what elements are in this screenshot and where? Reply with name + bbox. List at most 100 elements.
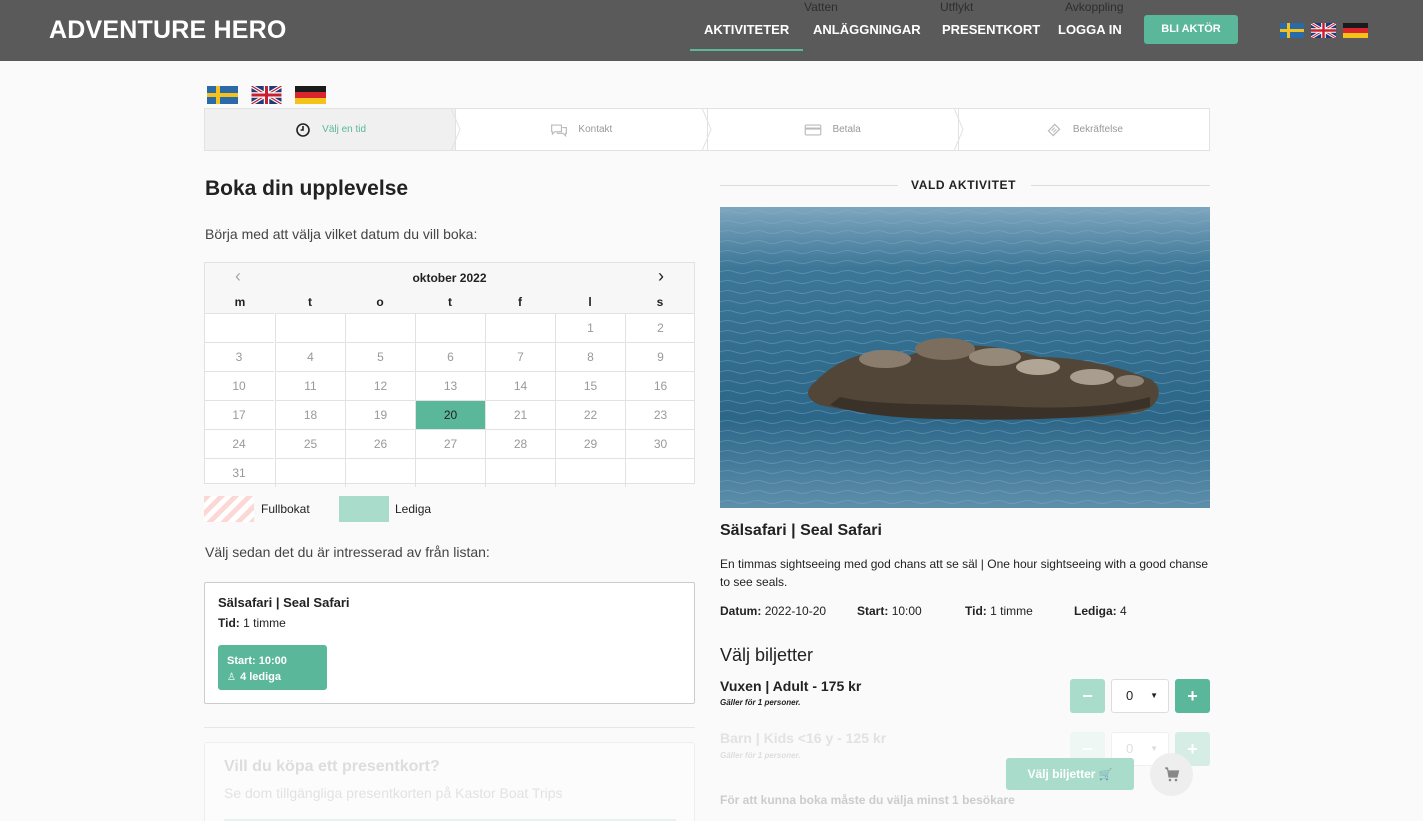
calendar-day[interactable]: 15 [555,371,625,400]
calendar-empty-cell [204,313,274,342]
quantity-value: 0 [1126,741,1134,756]
gift-card-promo: Vill du köpa ett presentkort? Se dom til… [204,742,695,821]
calendar-day[interactable]: 30 [625,429,695,458]
decrease-button[interactable]: − [1070,679,1105,713]
seal-photo [720,207,1210,508]
calendar-instructions: Börja med att välja vilket datum du vill… [205,226,478,242]
cart-icon: 🛒 [1098,769,1113,781]
calendar-day[interactable]: 27 [415,429,485,458]
calendar-day[interactable]: 6 [415,342,485,371]
calendar-day[interactable]: 20 [415,400,485,429]
legend-available-label: Lediga [395,502,432,516]
calendar-day[interactable]: 12 [345,371,415,400]
calendar-day[interactable]: 3 [204,342,274,371]
calendar-empty-cell [485,313,555,342]
cart-icon [1164,767,1179,782]
nav-login[interactable]: LOGGA IN [1058,22,1122,37]
calendar-day[interactable]: 5 [345,342,415,371]
calendar-empty-cell [415,313,485,342]
nav-activities[interactable]: AKTIVITETER [690,22,804,51]
become-operator-button[interactable]: BLI AKTÖR [1144,15,1238,44]
calendar-day[interactable]: 8 [555,342,625,371]
selected-activity-title: Sälsafari | Seal Safari [720,522,882,539]
calendar-day[interactable]: 2 [625,313,695,342]
calendar-day[interactable]: 28 [485,429,555,458]
gift-card-subtitle: Se dom tillgängliga presentkorten på Kas… [224,785,563,801]
calendar-day[interactable]: 18 [275,400,345,429]
meta-duration-value: 1 timme [990,604,1033,618]
uk-flag-icon[interactable] [251,86,282,104]
calendar-empty-cell [625,458,695,487]
clock-icon [296,122,310,137]
ticket-name: Barn | Kids <16 y - 125 kr [720,730,887,746]
slot-free: 4 lediga [240,671,282,683]
background-menu-item: Avkoppling [1065,0,1124,14]
calendar-day[interactable]: 16 [625,371,695,400]
calendar-day[interactable]: 14 [485,371,555,400]
quantity-select[interactable]: 0 ▼ [1111,679,1169,713]
nav-gift-cards[interactable]: PRESENTKORT [942,22,1040,37]
meta-duration: Tid: 1 timme [965,604,1033,618]
chevron-right-icon[interactable]: › [658,266,664,287]
minimum-visitors-note: För att kunna boka måste du välja minst … [720,793,1015,807]
weekday-header: t [308,295,312,309]
meta-date-value: 2022-10-20 [764,604,827,618]
calendar-day[interactable]: 21 [485,400,555,429]
calendar-day[interactable]: 22 [555,400,625,429]
increase-button[interactable]: + [1175,679,1210,713]
calendar-day[interactable]: 23 [625,400,695,429]
meta-available: Lediga: 4 [1074,604,1127,618]
calendar-day[interactable]: 1 [555,313,625,342]
step-contact: Kontakt [456,109,708,150]
calendar-day[interactable]: 10 [204,371,274,400]
german-flag-icon[interactable] [1343,23,1368,38]
calendar-day[interactable]: 11 [275,371,345,400]
brand-logo[interactable]: ADVENTURE HERO [49,16,287,45]
calendar-day[interactable]: 4 [275,342,345,371]
calendar-empty-cell [485,458,555,487]
page-title: Boka din upplevelse [205,177,409,200]
quantity-value: 0 [1126,688,1134,703]
uk-flag-icon[interactable] [1311,23,1336,38]
swedish-flag-icon[interactable] [1280,23,1304,38]
meta-duration-label: Tid: [965,604,987,618]
activity-title: Sälsafari | Seal Safari [218,595,350,610]
choose-tickets-button[interactable]: Välj biljetter 🛒 [1006,758,1134,790]
meta-start: Start: 10:00 [857,604,922,618]
german-flag-icon[interactable] [295,86,326,104]
calendar-day[interactable]: 31 [204,458,274,487]
swedish-flag-icon[interactable] [207,86,238,104]
calendar-day[interactable]: 13 [415,371,485,400]
calendar-empty-cell [415,458,485,487]
step-pay: Betala [708,109,959,150]
slot-availability: ♙ 4 lediga [227,669,318,686]
weekday-header: o [376,295,384,309]
time-slot-button[interactable]: Start: 10:00 ♙ 4 lediga [218,645,327,690]
calendar-day[interactable]: 26 [345,429,415,458]
step-divider-icon [450,108,461,151]
selected-activity-heading: VALD AKTIVITET [911,178,1017,192]
calendar-day[interactable]: 19 [345,400,415,429]
nav-facilities[interactable]: ANLÄGGNINGAR [813,22,921,37]
calendar-empty-cell [345,458,415,487]
date-calendar: ‹ oktober 2022 › m t o t f l s 1 2 3 4 5 6 7 8 9 10 11 12 1… [204,262,695,487]
credit-card-icon [805,124,822,135]
calendar-day[interactable]: 17 [204,400,274,429]
ticket-note: Gäller för 1 personer. [720,698,801,707]
meta-date: Datum: 2022-10-20 [720,604,826,618]
step-label: Betala [832,124,861,135]
activity-card: Sälsafari | Seal Safari Tid: 1 timme Sta… [204,582,695,704]
meta-start-label: Start: [857,604,889,618]
calendar-day[interactable]: 9 [625,342,695,371]
step-choose-time: Välj en tid [205,109,457,150]
calendar-day[interactable]: 29 [555,429,625,458]
calendar-day[interactable]: 25 [275,429,345,458]
cart-button[interactable] [1150,753,1193,796]
calendar-day[interactable]: 24 [204,429,274,458]
ticket-name: Vuxen | Adult - 175 kr [720,678,862,694]
weekday-header: m [234,295,246,309]
background-menu-item: Utflykt [940,0,974,14]
step-label: Välj en tid [322,124,367,135]
activity-duration: Tid: 1 timme [218,616,286,630]
calendar-day[interactable]: 7 [485,342,555,371]
